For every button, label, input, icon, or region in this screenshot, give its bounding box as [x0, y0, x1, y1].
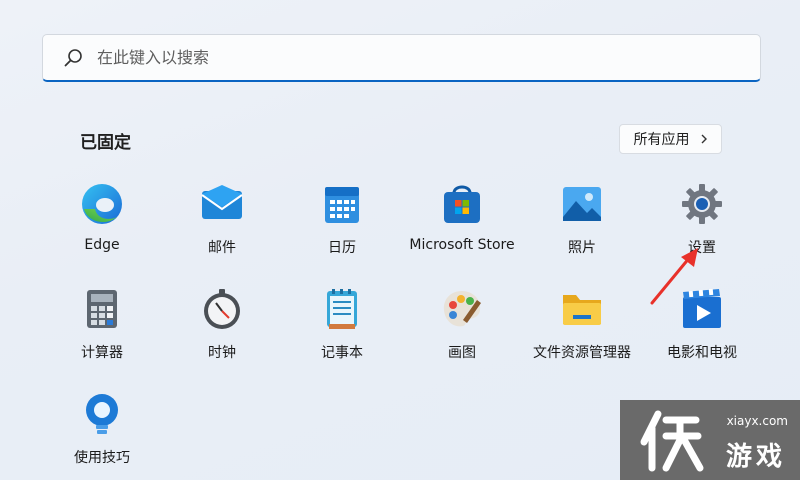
app-label: 电影和电视 [667, 345, 737, 361]
watermark-brand: 游戏 [725, 442, 786, 472]
app-notepad[interactable]: 记事本 [282, 280, 402, 380]
app-label: 使用技巧 [74, 450, 130, 466]
search-icon [64, 48, 82, 66]
app-microsoft-store[interactable]: Microsoft Store [402, 175, 522, 275]
all-apps-label: 所有应用 [633, 132, 690, 148]
app-mail[interactable]: 邮件 [162, 175, 282, 275]
watermark-logo [640, 410, 704, 472]
app-label: Microsoft Store [409, 237, 515, 253]
paint-palette-icon [443, 291, 481, 327]
store-icon [444, 185, 480, 223]
edge-icon [82, 184, 122, 224]
watermark: xiayx.com 游戏 [620, 400, 800, 480]
app-label: 计算器 [81, 345, 123, 361]
search-input[interactable] [97, 48, 697, 67]
app-edge[interactable]: Edge [42, 175, 162, 275]
notepad-icon [327, 289, 357, 329]
app-label: Edge [84, 237, 120, 253]
mail-icon [201, 185, 243, 219]
app-label: 日历 [328, 240, 356, 256]
calculator-icon [87, 290, 117, 328]
app-calendar[interactable]: 日历 [282, 175, 402, 275]
lightbulb-icon [86, 394, 118, 434]
pinned-title: 已固定 [80, 133, 131, 153]
app-label: 画图 [448, 345, 476, 361]
app-label: 记事本 [321, 345, 363, 361]
watermark-site: xiayx.com [726, 414, 788, 428]
chevron-right-icon [701, 134, 707, 144]
annotation-arrow [650, 248, 698, 305]
app-label: 文件资源管理器 [533, 345, 631, 361]
app-label: 照片 [568, 240, 596, 256]
app-file-explorer[interactable]: 文件资源管理器 [522, 280, 642, 380]
app-label: 时钟 [208, 345, 236, 361]
app-label: 邮件 [208, 240, 236, 256]
app-clock[interactable]: 时钟 [162, 280, 282, 380]
app-paint[interactable]: 画图 [402, 280, 522, 380]
search-box[interactable] [42, 34, 761, 82]
all-apps-button[interactable]: 所有应用 [619, 124, 722, 154]
gear-icon [682, 184, 722, 224]
clock-icon [204, 289, 240, 329]
app-calculator[interactable]: 计算器 [42, 280, 162, 380]
folder-icon [563, 295, 601, 325]
app-photos[interactable]: 照片 [522, 175, 642, 275]
photos-icon [563, 187, 601, 221]
calendar-icon [325, 187, 359, 223]
app-tips[interactable]: 使用技巧 [42, 385, 162, 480]
